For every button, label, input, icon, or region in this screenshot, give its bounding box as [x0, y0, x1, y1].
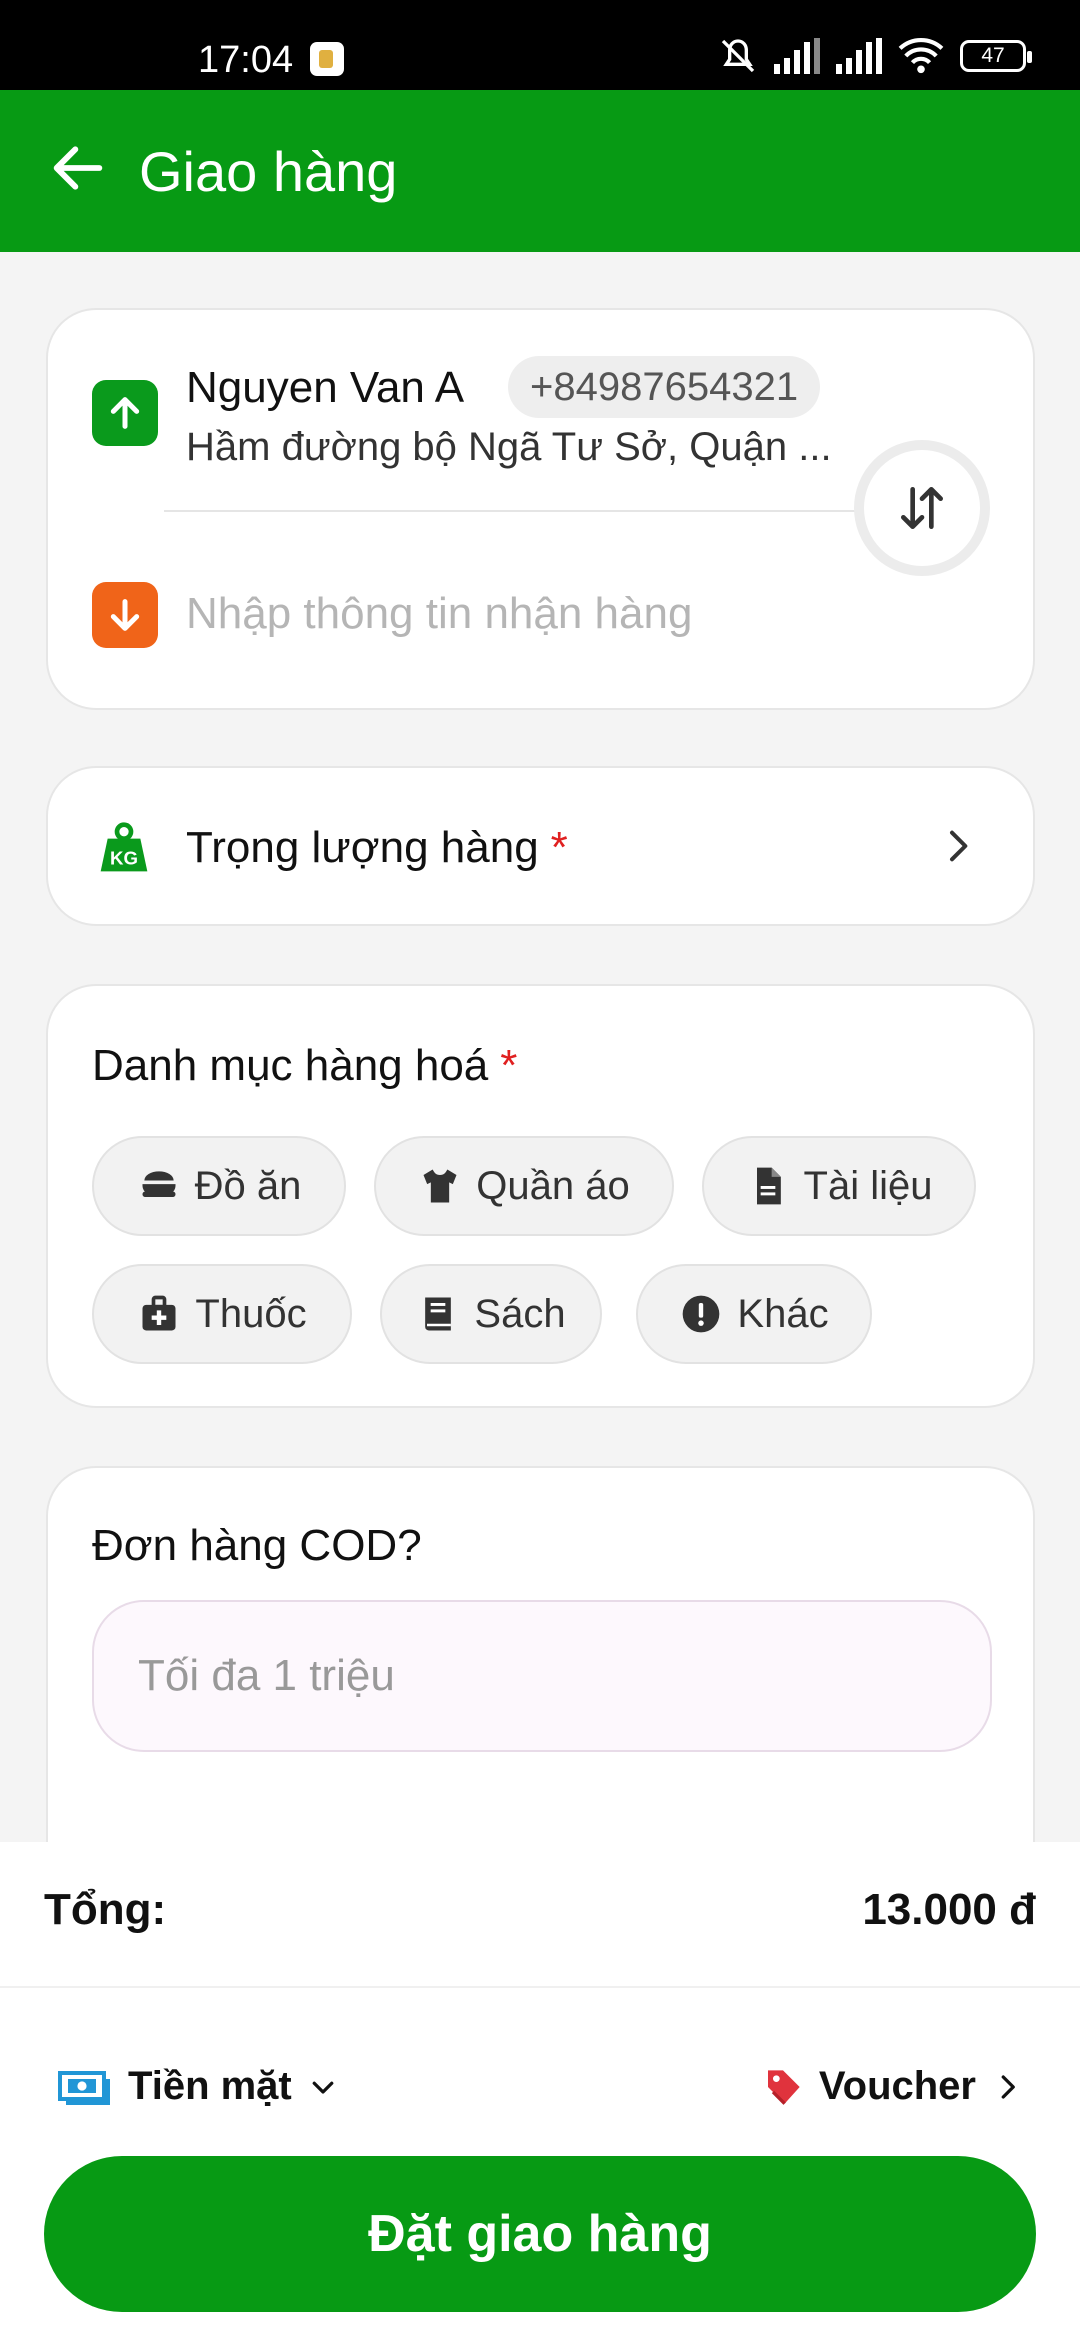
chevron-down-icon: [312, 2081, 334, 2094]
book-icon: [425, 1297, 452, 1331]
notification-app-icon: [310, 42, 344, 76]
weight-kg-icon: KG: [100, 822, 148, 872]
voucher-label: Voucher: [818, 2064, 976, 2108]
total-value: 13.000 đ: [862, 1885, 1036, 1934]
cod-card: Đơn hàng COD? Tối đa 1 triệu: [46, 1466, 1035, 1866]
voucher-button[interactable]: Voucher: [763, 2064, 1022, 2109]
signal-icon-2: [836, 38, 882, 74]
category-chip-label: Khác: [737, 1291, 829, 1336]
app-bar: Giao hàng: [0, 90, 1080, 252]
category-chip-medicine[interactable]: Thuốc: [92, 1264, 352, 1364]
swap-button[interactable]: [854, 440, 990, 576]
food-bowl-icon: [142, 1171, 176, 1197]
receiver-input[interactable]: Nhập thông tin nhận hàng: [186, 586, 692, 642]
category-chip-clothes[interactable]: Quần áo: [374, 1136, 674, 1236]
silent-bell-icon: [721, 39, 755, 73]
swap-arrows-icon: [901, 487, 943, 529]
checkout-divider: [0, 1986, 1080, 1988]
category-title-text: Danh mục hàng hoá: [92, 1041, 489, 1090]
checkout-panel: Tổng: 13.000 đ Tiền mặt Voucher Đặt giao…: [0, 1842, 1080, 2340]
weight-row[interactable]: KG Trọng lượng hàng *: [46, 766, 1035, 926]
status-icons: 47: [718, 36, 1032, 76]
status-time: 17:04: [198, 39, 294, 81]
payment-method-label: Tiền mặt: [128, 2064, 292, 2108]
required-mark: *: [550, 823, 568, 872]
chevron-right-icon: [1001, 2074, 1015, 2099]
voucher-tag-icon: [767, 2069, 800, 2105]
info-icon: [683, 1295, 720, 1333]
pickup-pin-icon: [92, 380, 158, 446]
category-card: Danh mục hàng hoá * Đồ ăn Quần áo Tài liệ…: [46, 984, 1035, 1408]
battery-icon: 47: [960, 40, 1032, 72]
route-divider: [164, 510, 872, 512]
category-chip-label: Sách: [474, 1291, 566, 1336]
signal-icon: [774, 38, 820, 74]
wifi-icon: [898, 38, 944, 74]
weight-label: Trọng lượng hàng *: [186, 820, 568, 876]
medical-kit-icon: [142, 1295, 176, 1331]
sender-address[interactable]: Hầm đường bộ Ngã Tư Sở, Quận ...: [186, 422, 876, 472]
cod-title: Đơn hàng COD?: [92, 1521, 422, 1570]
category-chip-food[interactable]: Đồ ăn: [92, 1136, 346, 1236]
svg-text:KG: KG: [110, 847, 138, 868]
chevron-right-icon: [950, 830, 968, 862]
page-title: Giao hàng: [139, 140, 398, 203]
category-title: Danh mục hàng hoá *: [92, 1038, 517, 1094]
weight-label-text: Trọng lượng hàng: [186, 823, 539, 872]
category-chip-label: Quần áo: [476, 1163, 630, 1208]
cod-amount-input[interactable]: Tối đa 1 triệu: [92, 1600, 992, 1752]
total-label: Tổng:: [44, 1885, 167, 1934]
shirt-icon: [423, 1169, 457, 1203]
required-mark: *: [500, 1041, 518, 1090]
route-card: Nguyen Van A +84987654321 Hầm đường bộ N…: [46, 308, 1035, 710]
category-chip-label: Thuốc: [195, 1291, 307, 1336]
status-bar: 17:04 47: [0, 0, 1080, 90]
sender-phone-badge: +84987654321: [508, 356, 821, 418]
category-chip-other[interactable]: Khác: [636, 1264, 872, 1364]
category-chip-label: Đồ ăn: [194, 1163, 302, 1208]
cash-icon: [58, 2070, 110, 2105]
document-icon: [756, 1167, 781, 1205]
category-chip-books[interactable]: Sách: [380, 1264, 602, 1364]
sender-name[interactable]: Nguyen Van A: [186, 362, 464, 414]
payment-method-selector[interactable]: Tiền mặt: [58, 2064, 338, 2109]
category-chip-label: Tài liệu: [803, 1163, 933, 1208]
dropoff-pin-icon: [92, 582, 158, 648]
back-arrow-icon[interactable]: [46, 136, 110, 200]
place-order-button[interactable]: Đặt giao hàng: [44, 2156, 1036, 2312]
category-chip-documents[interactable]: Tài liệu: [702, 1136, 976, 1236]
